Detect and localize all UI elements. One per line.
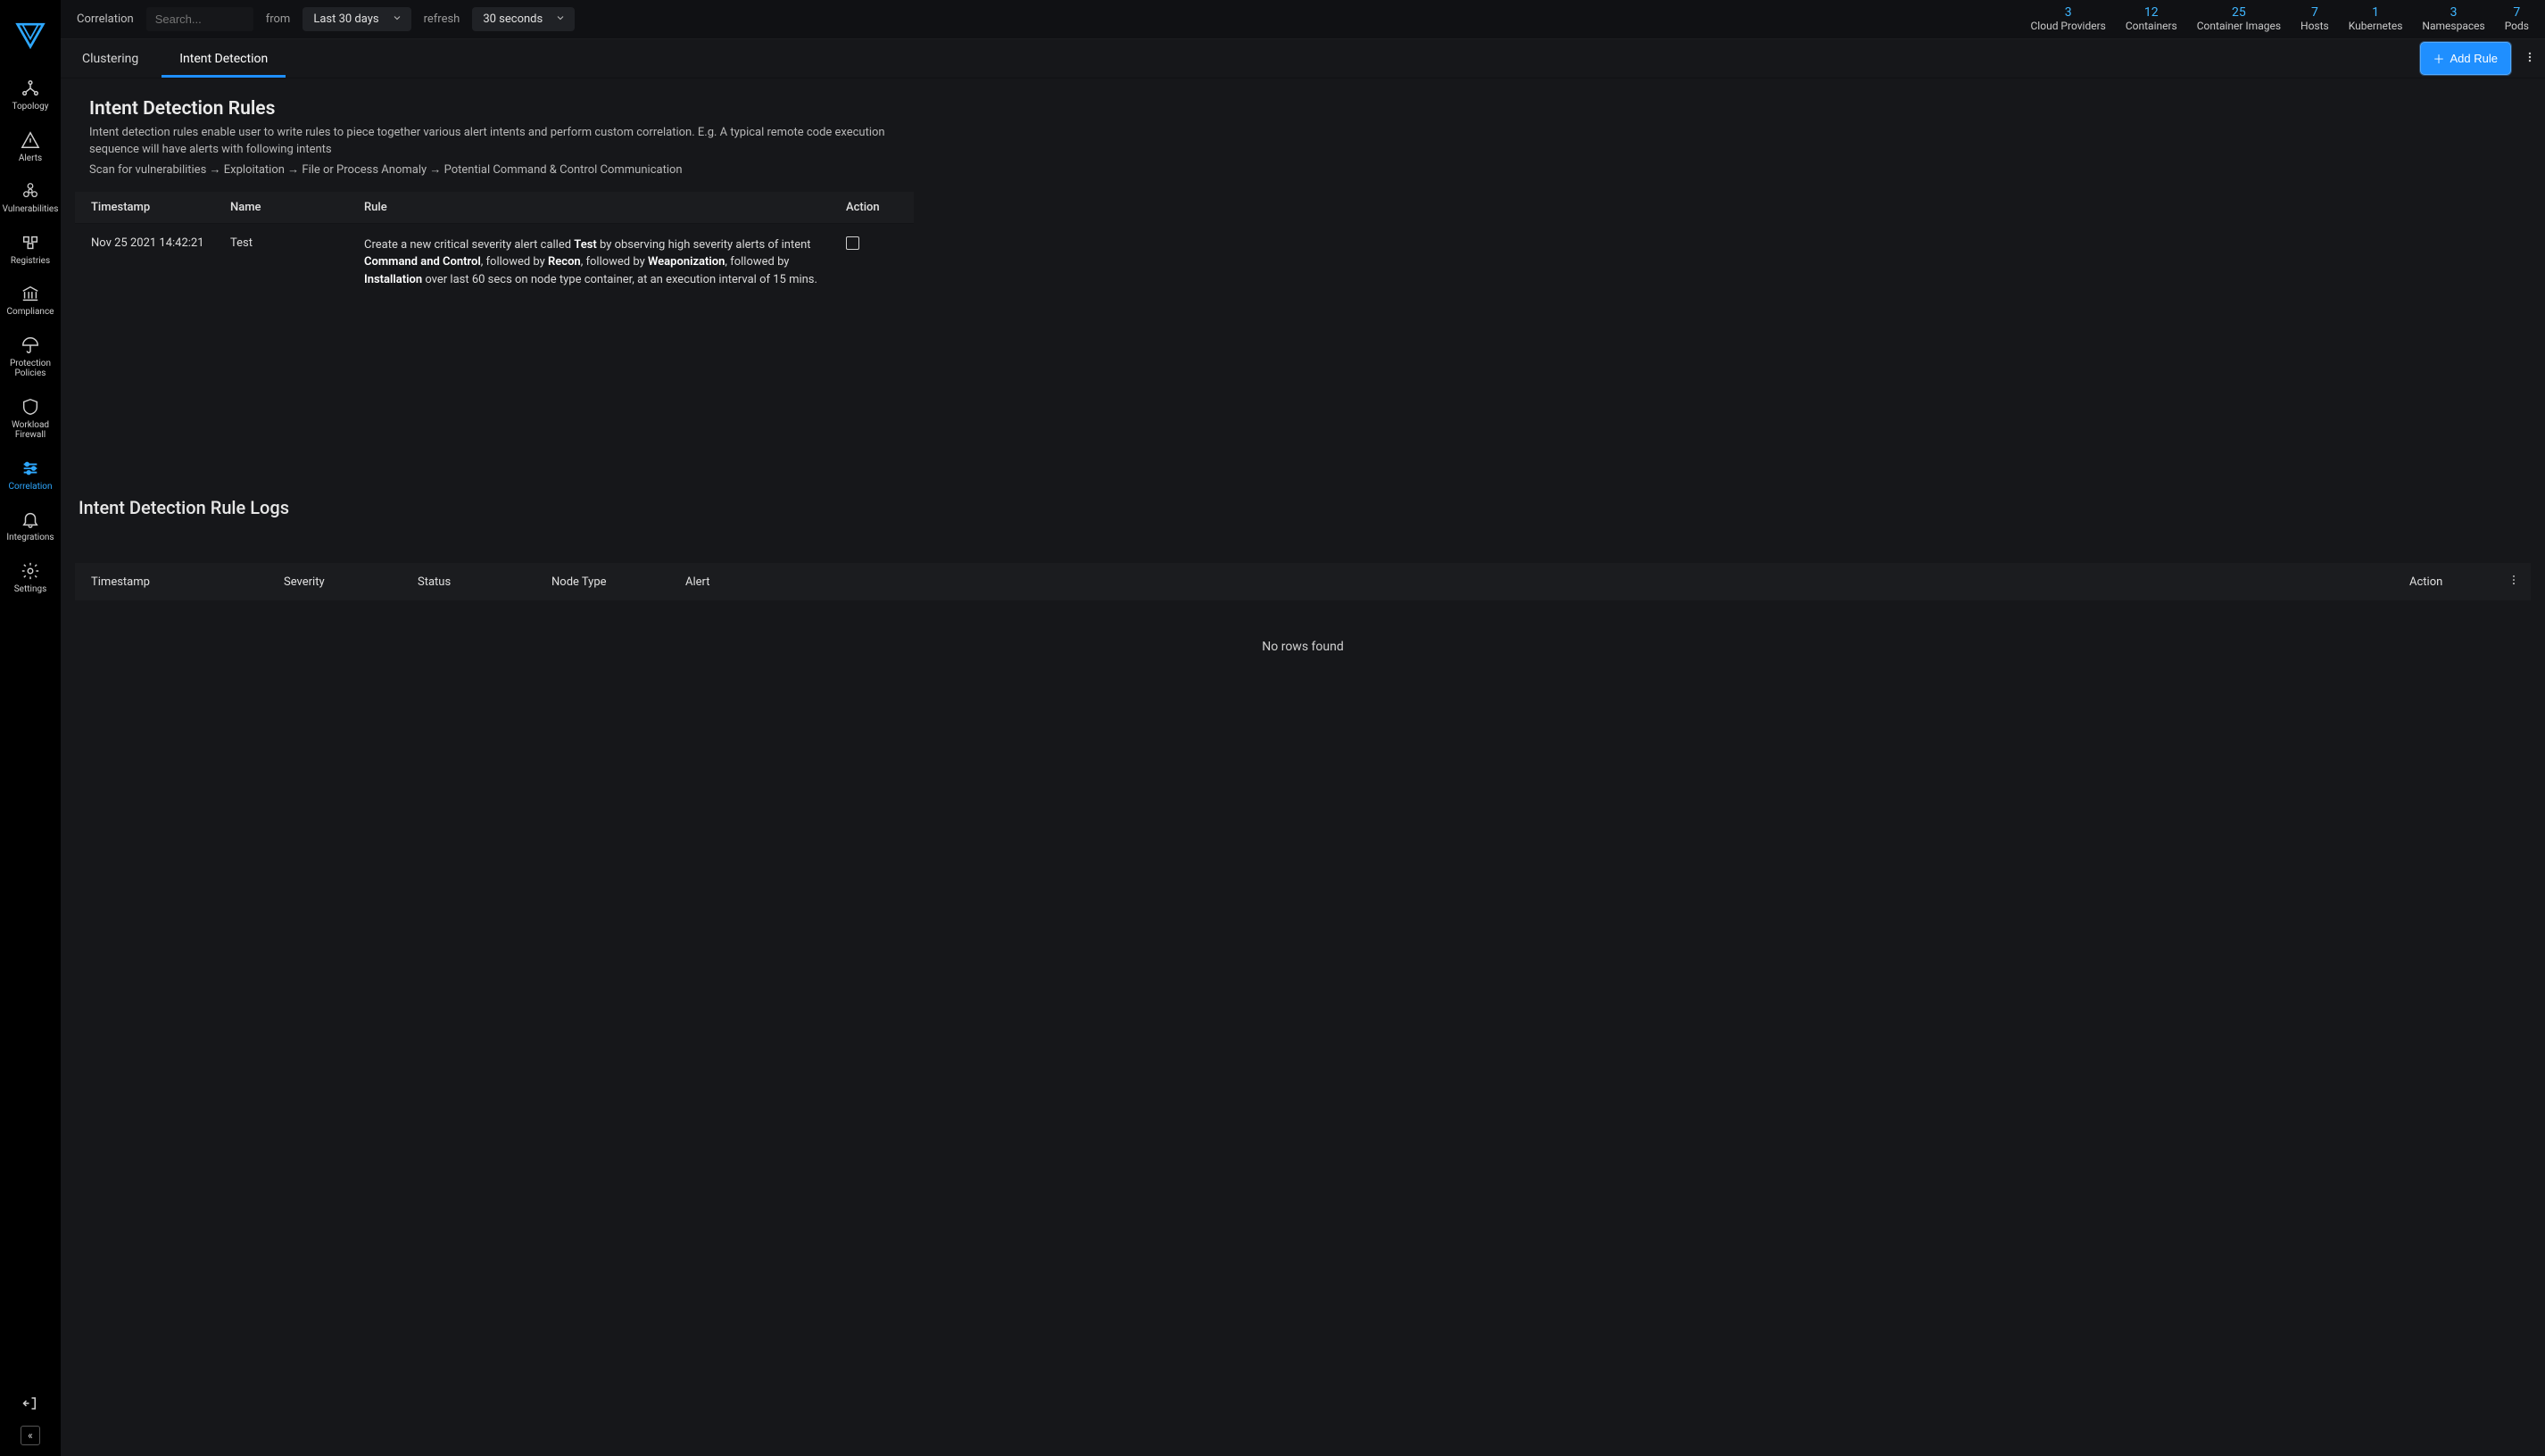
- sidebar-item-protection-policies[interactable]: Protection Policies: [0, 327, 61, 388]
- sidebar-item-integrations[interactable]: Integrations: [0, 500, 61, 552]
- search-input[interactable]: [146, 7, 253, 31]
- select-value: 30 seconds: [483, 12, 543, 26]
- biohazard-icon: [21, 181, 40, 201]
- tab-intent-detection[interactable]: Intent Detection: [174, 41, 273, 77]
- cell-rule: Create a new critical severity alert cal…: [352, 223, 833, 301]
- stats-bar: 3Cloud Providers 12Containers 25Containe…: [2031, 6, 2530, 32]
- sidebar-item-vulnerabilities[interactable]: Vulnerabilities: [0, 172, 61, 224]
- bell-icon: [21, 509, 40, 529]
- sidebar-item-label: Topology: [12, 102, 49, 112]
- sidebar-item-topology[interactable]: Topology: [0, 70, 61, 121]
- tab-bar: Clustering Intent Detection ＋ Add Rule: [61, 39, 2545, 79]
- stat-kubernetes[interactable]: 1Kubernetes: [2349, 6, 2403, 32]
- col-severity: Severity: [271, 575, 405, 589]
- sidebar-item-registries[interactable]: Registries: [0, 224, 61, 276]
- sidebar-item-label: Compliance: [7, 307, 54, 318]
- sidebar-item-label: Vulnerabilities: [3, 204, 59, 215]
- sidebar-item-compliance[interactable]: Compliance: [0, 275, 61, 327]
- sidebar-item-label: Alerts: [19, 153, 42, 164]
- alert-triangle-icon: [21, 130, 40, 150]
- row-select-checkbox[interactable]: [846, 236, 859, 250]
- logs-section-title: Intent Detection Rule Logs: [79, 497, 2531, 518]
- sidebar-item-label: Registries: [11, 256, 50, 267]
- sidebar-item-workload-firewall[interactable]: Workload Firewall: [0, 388, 61, 450]
- plus-icon: ＋: [2433, 50, 2445, 67]
- from-label: from: [266, 12, 291, 26]
- logs-more-button[interactable]: [2495, 572, 2531, 592]
- col-node-type: Node Type: [539, 575, 673, 589]
- sidebar-item-correlation[interactable]: Correlation: [0, 450, 61, 501]
- logout-button[interactable]: [19, 1392, 42, 1415]
- cell-action: [833, 223, 914, 301]
- topology-icon: [21, 79, 40, 98]
- rules-table: Timestamp Name Rule Action Nov 25 2021 1…: [75, 192, 914, 302]
- cell-name: Test: [218, 223, 352, 301]
- collapse-sidebar-button[interactable]: «: [21, 1426, 40, 1445]
- sidebar-item-settings[interactable]: Settings: [0, 552, 61, 604]
- col-name: Name: [218, 192, 352, 224]
- sidebar-item-label: Integrations: [6, 533, 54, 543]
- cell-timestamp: Nov 25 2021 14:42:21: [75, 223, 218, 301]
- bank-icon: [21, 284, 40, 303]
- breadcrumb: Correlation: [77, 12, 134, 26]
- sliders-icon: [21, 459, 40, 478]
- col-rule: Rule: [352, 192, 833, 224]
- sidebar: Topology Alerts Vulnerabilities Registri…: [0, 0, 61, 1456]
- sidebar-item-label: Protection Policies: [2, 359, 59, 379]
- table-row: Nov 25 2021 14:42:21 Test Create a new c…: [75, 223, 914, 301]
- col-action: Action: [2397, 575, 2495, 589]
- tab-clustering[interactable]: Clustering: [77, 41, 144, 77]
- button-label: Add Rule: [2450, 52, 2498, 65]
- sidebar-item-label: Correlation: [9, 482, 53, 492]
- gear-icon: [21, 561, 40, 581]
- rules-section-desc2: Scan for vulnerabilities → Exploitation …: [89, 162, 892, 179]
- logs-table: Timestamp Severity Status Node Type Aler…: [75, 563, 2531, 693]
- sidebar-item-label: Workload Firewall: [2, 420, 59, 441]
- umbrella-icon: [21, 335, 40, 355]
- add-rule-button[interactable]: ＋ Add Rule: [2420, 42, 2512, 75]
- stat-container-images[interactable]: 25Container Images: [2197, 6, 2281, 32]
- refresh-interval-select[interactable]: 30 seconds: [472, 7, 575, 31]
- col-timestamp: Timestamp: [75, 575, 271, 589]
- rules-section-title: Intent Detection Rules: [89, 98, 2531, 120]
- col-action: Action: [833, 192, 914, 224]
- chevron-down-icon: [555, 12, 566, 27]
- rules-section-desc1: Intent detection rules enable user to wr…: [89, 125, 892, 159]
- logs-empty-message: No rows found: [75, 600, 2531, 693]
- brand-logo[interactable]: [14, 18, 46, 54]
- topbar: Correlation from Last 30 days refresh 30…: [61, 0, 2545, 39]
- sidebar-item-label: Settings: [14, 584, 47, 595]
- more-options-button[interactable]: [2520, 46, 2540, 72]
- chevron-down-icon: [392, 12, 402, 27]
- refresh-label: refresh: [424, 12, 460, 26]
- stat-hosts[interactable]: 7Hosts: [2300, 6, 2329, 32]
- registry-icon: [21, 233, 40, 252]
- shield-icon: [21, 397, 40, 417]
- time-range-select[interactable]: Last 30 days: [303, 7, 410, 31]
- col-timestamp: Timestamp: [75, 192, 218, 224]
- col-status: Status: [405, 575, 539, 589]
- stat-pods[interactable]: 7Pods: [2505, 6, 2529, 32]
- stat-namespaces[interactable]: 3Namespaces: [2422, 6, 2484, 32]
- select-value: Last 30 days: [313, 12, 378, 26]
- col-alert: Alert: [673, 575, 2397, 589]
- stat-cloud-providers[interactable]: 3Cloud Providers: [2031, 6, 2106, 32]
- stat-containers[interactable]: 12Containers: [2126, 6, 2177, 32]
- sidebar-item-alerts[interactable]: Alerts: [0, 121, 61, 173]
